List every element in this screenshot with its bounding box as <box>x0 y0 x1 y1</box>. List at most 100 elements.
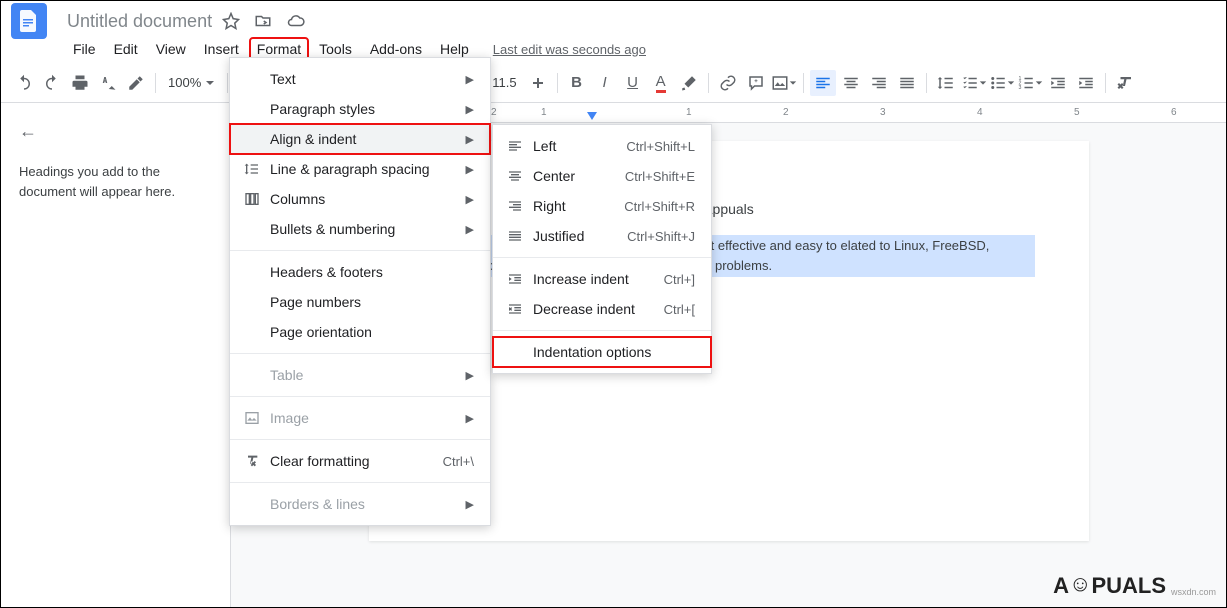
menu-label: Indentation options <box>533 344 695 360</box>
menu-item-paragraph-styles[interactable]: Paragraph styles▶ <box>230 94 490 124</box>
redo-button[interactable] <box>39 70 65 96</box>
insert-link-button[interactable] <box>715 70 741 96</box>
document-title[interactable]: Untitled document <box>67 11 212 32</box>
comment-button[interactable] <box>743 70 769 96</box>
cloud-icon[interactable] <box>286 12 306 30</box>
move-icon[interactable] <box>254 12 272 30</box>
menu-label: Decrease indent <box>533 301 664 317</box>
numbered-list-button[interactable]: 123 <box>1017 70 1043 96</box>
menu-label: Bullets & numbering <box>270 221 466 237</box>
indent-inc-icon <box>507 271 533 287</box>
increase-indent-button[interactable] <box>1073 70 1099 96</box>
clear-formatting-button[interactable] <box>1112 70 1138 96</box>
menu-item-image: Image▶ <box>230 403 490 433</box>
menu-edit[interactable]: Edit <box>106 37 146 61</box>
watermark-text: wsxdn.com <box>1171 587 1216 597</box>
outline-panel: ← Headings you add to the document will … <box>1 103 231 607</box>
menu-item-increase-indent[interactable]: Increase indentCtrl+] <box>493 264 711 294</box>
menu-label: Headers & footers <box>270 264 474 280</box>
star-icon[interactable] <box>222 12 240 30</box>
align-left-icon <box>507 138 533 154</box>
italic-button[interactable]: I <box>592 70 618 96</box>
menu-item-center[interactable]: CenterCtrl+Shift+E <box>493 161 711 191</box>
menu-label: Page orientation <box>270 324 474 340</box>
menu-item-decrease-indent[interactable]: Decrease indentCtrl+[ <box>493 294 711 324</box>
checklist-button[interactable] <box>961 70 987 96</box>
submenu-arrow-icon: ▶ <box>466 193 474 206</box>
menu-label: Center <box>533 168 625 184</box>
submenu-arrow-icon: ▶ <box>466 412 474 425</box>
menu-label: Text <box>270 71 466 87</box>
align-center-icon <box>507 168 533 184</box>
shortcut-label: Ctrl+[ <box>664 302 695 317</box>
text-color-button[interactable]: A <box>648 70 674 96</box>
menu-label: Columns <box>270 191 466 207</box>
menu-label: Justified <box>533 228 627 244</box>
shortcut-label: Ctrl+] <box>664 272 695 287</box>
align-justify-button[interactable] <box>894 70 920 96</box>
bulleted-list-button[interactable] <box>989 70 1015 96</box>
align-submenu: LeftCtrl+Shift+LCenterCtrl+Shift+ERightC… <box>492 124 712 374</box>
print-button[interactable] <box>67 70 93 96</box>
docs-logo-icon[interactable] <box>11 3 47 39</box>
submenu-arrow-icon: ▶ <box>466 498 474 511</box>
menu-item-headers-footers[interactable]: Headers & footers <box>230 257 490 287</box>
menu-item-page-numbers[interactable]: Page numbers <box>230 287 490 317</box>
submenu-arrow-icon: ▶ <box>466 133 474 146</box>
bold-button[interactable]: B <box>564 70 590 96</box>
menu-label: Increase indent <box>533 271 664 287</box>
font-size-increase[interactable] <box>525 70 551 96</box>
menu-item-text[interactable]: Text▶ <box>230 64 490 94</box>
outline-hint: Headings you add to the document will ap… <box>19 162 212 201</box>
menu-item-right[interactable]: RightCtrl+Shift+R <box>493 191 711 221</box>
align-right-icon <box>507 198 533 214</box>
align-right-button[interactable] <box>866 70 892 96</box>
title-bar: Untitled document <box>1 1 1226 37</box>
spellcheck-button[interactable] <box>95 70 121 96</box>
align-center-button[interactable] <box>838 70 864 96</box>
menu-label: Image <box>270 410 466 426</box>
clear-icon <box>244 453 270 469</box>
line-spacing-button[interactable] <box>933 70 959 96</box>
align-left-button[interactable] <box>810 70 836 96</box>
menu-item-align-indent[interactable]: Align & indent▶ <box>230 124 490 154</box>
menu-label: Align & indent <box>270 131 466 147</box>
outline-back-icon[interactable]: ← <box>19 121 212 142</box>
menu-item-left[interactable]: LeftCtrl+Shift+L <box>493 131 711 161</box>
menu-label: Table <box>270 367 466 383</box>
menu-item-columns[interactable]: Columns▶ <box>230 184 490 214</box>
menu-item-indentation-options[interactable]: Indentation options <box>493 337 711 367</box>
spacing-icon <box>244 161 270 177</box>
shortcut-label: Ctrl+Shift+J <box>627 229 695 244</box>
menu-item-line-paragraph-spacing[interactable]: Line & paragraph spacing▶ <box>230 154 490 184</box>
menu-label: Page numbers <box>270 294 474 310</box>
menu-item-justified[interactable]: JustifiedCtrl+Shift+J <box>493 221 711 251</box>
menu-item-borders-lines: Borders & lines▶ <box>230 489 490 519</box>
menu-view[interactable]: View <box>148 37 194 61</box>
last-edit-link[interactable]: Last edit was seconds ago <box>493 42 646 57</box>
highlight-button[interactable] <box>676 70 702 96</box>
submenu-arrow-icon: ▶ <box>466 369 474 382</box>
submenu-arrow-icon: ▶ <box>466 163 474 176</box>
paint-format-button[interactable] <box>123 70 149 96</box>
underline-button[interactable]: U <box>620 70 646 96</box>
menu-label: Clear formatting <box>270 453 443 469</box>
menu-label: Left <box>533 138 626 154</box>
menu-item-bullets-numbering[interactable]: Bullets & numbering▶ <box>230 214 490 244</box>
menu-item-page-orientation[interactable]: Page orientation <box>230 317 490 347</box>
submenu-arrow-icon: ▶ <box>466 73 474 86</box>
undo-button[interactable] <box>11 70 37 96</box>
indent-marker-icon[interactable] <box>587 112 597 122</box>
format-dropdown: Text▶Paragraph styles▶Align & indent▶Lin… <box>229 57 491 526</box>
menu-label: Line & paragraph spacing <box>270 161 466 177</box>
insert-image-button[interactable] <box>771 70 797 96</box>
svg-text:3: 3 <box>1018 85 1021 91</box>
menu-item-clear-formatting[interactable]: Clear formattingCtrl+\ <box>230 446 490 476</box>
shortcut-label: Ctrl+Shift+L <box>626 139 695 154</box>
menu-label: Right <box>533 198 624 214</box>
menu-file[interactable]: File <box>65 37 104 61</box>
decrease-indent-button[interactable] <box>1045 70 1071 96</box>
zoom-select[interactable]: 100% <box>162 75 221 90</box>
shortcut-label: Ctrl+\ <box>443 454 474 469</box>
font-size-input[interactable]: 11.5 <box>486 75 522 90</box>
